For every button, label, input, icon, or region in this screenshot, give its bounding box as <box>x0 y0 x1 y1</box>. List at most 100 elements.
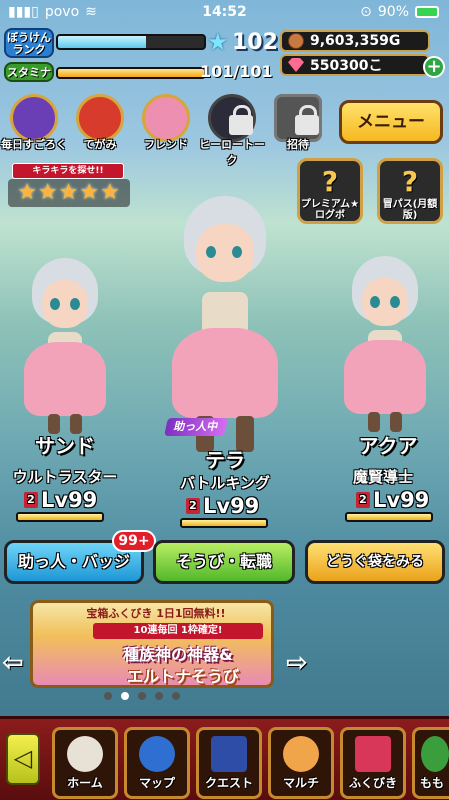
item-bag-button[interactable]: どうぐ袋をみる <box>305 540 445 584</box>
hero-talk-button[interactable]: ヒーロートーク <box>199 92 265 167</box>
bottom-navigation: ◁ ホーム マップ クエスト マルチ ふくびき もも <box>0 716 449 800</box>
carousel-dot[interactable] <box>138 692 146 700</box>
carousel-dot[interactable] <box>121 692 129 700</box>
carousel-page-dots <box>104 692 180 700</box>
player-status-panel: ぼうけんランク ★ 102 スタミナ 101/101 <box>2 26 278 84</box>
add-gems-button[interactable]: + <box>423 56 445 78</box>
level-value: Lv99 <box>41 488 98 512</box>
gem-amount: 550300こ <box>310 58 383 74</box>
invite-button[interactable]: 招待 <box>268 92 328 152</box>
kirakira-event-banner[interactable]: キラキラを探せ!! ★★★★★ <box>8 163 130 209</box>
nav-more-label: もも <box>419 776 444 790</box>
hp-bar <box>180 518 268 528</box>
character-name: サンド <box>35 434 95 458</box>
character-sand[interactable] <box>10 258 120 458</box>
character-job: バトルキング <box>179 474 270 492</box>
nav-quest-label: クエスト <box>204 776 253 790</box>
treasure-chest-icon <box>355 736 391 772</box>
adventure-pass-label: 冒パス(月額版) <box>382 199 438 221</box>
equip-job-label: そうび・転職 <box>175 552 272 571</box>
helper-badge-label: 助っ人・バッジ <box>17 552 130 571</box>
leg <box>368 412 380 432</box>
invite-label: 招待 <box>287 138 309 151</box>
friend-button[interactable]: フレンド <box>136 92 196 152</box>
character-job: 魔賢導士 <box>352 468 413 486</box>
mail-button[interactable]: てがみ <box>70 92 130 152</box>
handshake-icon <box>142 94 190 142</box>
nav-map-label: マップ <box>138 776 175 790</box>
home-avatar-icon <box>67 736 103 772</box>
gold-display: 9,603,359G <box>280 30 430 52</box>
nav-more[interactable]: もも <box>412 727 449 799</box>
nav-home[interactable]: ホーム <box>52 727 118 799</box>
hp-bar <box>16 512 104 522</box>
party-icon <box>283 736 319 772</box>
dress <box>24 342 106 416</box>
banner-line-2: 10連毎回 1枠確定! <box>93 623 263 639</box>
carousel-dot[interactable] <box>155 692 163 700</box>
hero-talk-label: ヒーロートーク <box>199 138 265 167</box>
nav-map[interactable]: マップ <box>124 727 190 799</box>
rank-value: 102 <box>232 30 278 55</box>
daily-sugoroku-button[interactable]: 毎日すごろく <box>1 92 67 152</box>
status-bar: ▮▮▮▯ povo ≋ 14:52 ⊙ 90% <box>0 0 449 26</box>
eye <box>206 246 216 258</box>
stamina-fill <box>58 69 204 77</box>
orientation-lock-icon: ⊙ <box>360 4 372 20</box>
nav-multi[interactable]: マルチ <box>268 727 334 799</box>
question-icon: ? <box>401 165 419 198</box>
face <box>196 224 254 282</box>
equip-job-button[interactable]: そうび・転職 <box>153 540 295 584</box>
helper-active-tag: 助っ人中 <box>164 418 228 436</box>
character-aqua[interactable] <box>330 256 440 456</box>
gender-mark: 2 <box>186 498 200 514</box>
hp-fill <box>182 520 266 526</box>
stamina-label: スタミナ <box>4 62 54 82</box>
character-level: 2 Lv99 <box>186 494 259 518</box>
eye <box>370 296 380 308</box>
question-icon: ? <box>321 165 339 198</box>
eye <box>390 296 400 308</box>
menu-button[interactable]: メニュー <box>339 100 443 144</box>
premium-login-bonus-button[interactable]: ? プレミアム★ログボ <box>297 158 363 224</box>
friend-label: フレンド <box>144 138 188 151</box>
eye <box>50 298 60 310</box>
gold-amount: 9,603,359G <box>310 33 401 49</box>
banner-line-3: 種族神の神器& <box>123 645 233 664</box>
kirakira-title: キラキラを探せ!! <box>12 163 124 179</box>
carousel-dot[interactable] <box>104 692 112 700</box>
nav-multi-label: マルチ <box>282 776 319 790</box>
rank-progress-bar <box>56 34 206 50</box>
character-level: 2 Lv99 <box>356 488 429 512</box>
gender-mark: 2 <box>24 492 38 508</box>
lock-icon <box>295 105 319 135</box>
character-name: アクア <box>358 434 418 458</box>
rank-label: ぼうけんランク <box>4 28 54 58</box>
battery-percent: 90% <box>377 4 409 20</box>
leg <box>390 412 402 432</box>
gem-icon <box>288 58 304 72</box>
gacha-banner[interactable]: 宝箱ふくびき 1日1回無料!! 10連毎回 1枠確定! 種族神の神器& エルトナ… <box>30 600 274 688</box>
quest-book-icon <box>211 736 247 772</box>
level-value: Lv99 <box>203 494 260 518</box>
carousel-next-arrow[interactable]: ⇨ <box>286 648 308 678</box>
nav-gacha[interactable]: ふくびき <box>340 727 406 799</box>
qr-code-icon <box>274 94 322 142</box>
level-value: Lv99 <box>373 488 430 512</box>
hero-talk-icon <box>208 94 256 142</box>
adventure-pass-button[interactable]: ? 冒パス(月額版) <box>377 158 443 224</box>
gem-display: 550300こ <box>280 54 430 76</box>
stamina-bar <box>56 67 206 79</box>
carousel-prev-arrow[interactable]: ⇦ <box>2 648 24 678</box>
nav-scroll-left-button[interactable]: ◁ <box>6 733 40 785</box>
notification-badge: 99+ <box>112 530 156 552</box>
nav-quest[interactable]: クエスト <box>196 727 262 799</box>
mailbox-icon <box>76 94 124 142</box>
star-icon: ★ <box>207 28 229 56</box>
character-name: テラ <box>205 448 245 472</box>
gold-bag-icon <box>288 33 304 49</box>
hp-fill <box>347 514 431 520</box>
more-icon <box>421 736 449 772</box>
carousel-dot[interactable] <box>172 692 180 700</box>
currency-panel: 9,603,359G 550300こ + <box>280 30 448 80</box>
